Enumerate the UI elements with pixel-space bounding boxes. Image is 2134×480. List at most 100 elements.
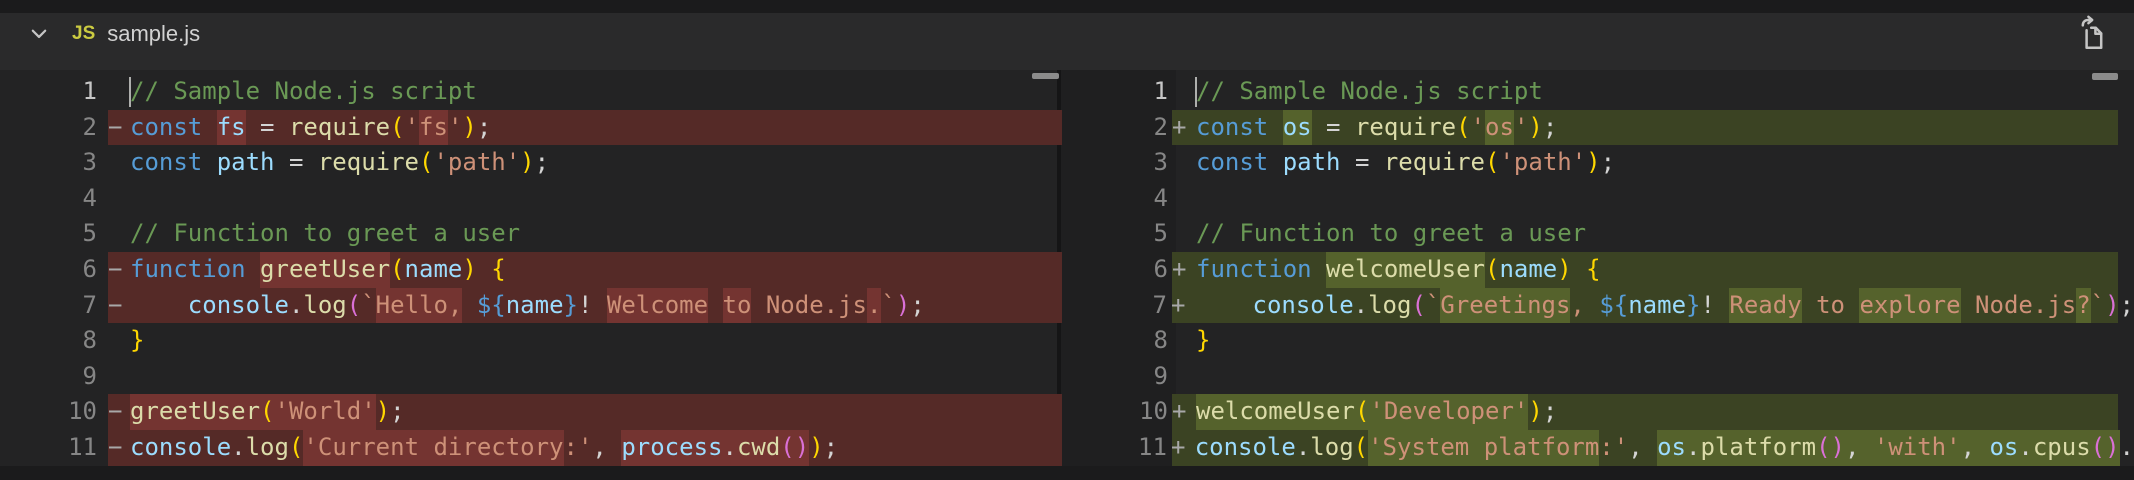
inline-diff-highlight: explore <box>1859 288 1960 324</box>
line-number: 2 <box>1066 110 1172 146</box>
code-text: welcomeUser('Developer'); <box>1196 394 2134 430</box>
code-text: // Function to greet a user <box>1196 216 2134 252</box>
inline-diff-highlight: os <box>1989 430 2018 466</box>
line-number: 9 <box>1066 359 1172 395</box>
inline-diff-highlight: 'with' <box>1874 430 1961 466</box>
go-to-file-icon[interactable] <box>2074 16 2110 52</box>
inline-diff-highlight: ( <box>780 430 794 466</box>
diff-line[interactable]: 1 // Sample Node.js script <box>0 74 1062 110</box>
line-number: 10 <box>1066 394 1172 430</box>
inline-diff-highlight: ? <box>2076 288 2090 324</box>
inline-diff-highlight: cwd <box>737 430 780 466</box>
line-number: 7 <box>1066 288 1171 324</box>
diff-line[interactable]: 5 // Function to greet a user <box>1066 216 2134 252</box>
diff-sign: − <box>108 252 130 288</box>
overview-cursor-mark-left <box>1032 73 1059 79</box>
diff-line[interactable]: 11+console.log('System platform:', os.pl… <box>1066 430 2134 466</box>
line-number: 9 <box>0 359 108 395</box>
bottom-strip <box>0 466 2134 480</box>
inline-diff-highlight: 'World' <box>275 394 376 430</box>
line-number: 8 <box>0 323 108 359</box>
code-text: console.log(`Hello, ${name}! Welcome to … <box>130 288 1062 324</box>
line-number: 2 <box>0 110 108 146</box>
diff-sign <box>1172 181 1196 217</box>
diff-header: JS sample.js <box>0 13 2134 70</box>
diff-line[interactable]: 3const path = require('path'); <box>1066 145 2134 181</box>
diff-line[interactable]: 7− console.log(`Hello, ${name}! Welcome … <box>0 288 1062 324</box>
diff-line[interactable]: 9 <box>0 359 1062 395</box>
inline-diff-highlight: 'Current directory <box>303 430 563 466</box>
diff-sign: + <box>1172 110 1196 146</box>
code-text: const path = require('path'); <box>1196 145 2134 181</box>
diff-sign: − <box>108 430 130 466</box>
inline-diff-highlight: cpus <box>2033 430 2091 466</box>
inline-diff-highlight: platform <box>1700 430 1816 466</box>
line-number: 1 <box>0 74 108 110</box>
diff-sign: + <box>1172 394 1196 430</box>
diff-line[interactable]: 4 <box>0 181 1062 217</box>
line-number: 4 <box>0 181 108 217</box>
inline-diff-highlight: to <box>723 288 752 324</box>
diff-line[interactable]: 6−function greetUser(name) { <box>0 252 1062 288</box>
diff-editor-window: JS sample.js 1// Sample Node.js script2−… <box>0 0 2134 480</box>
inline-diff-highlight: ) <box>1831 430 1845 466</box>
inline-diff-highlight: . <box>722 430 736 466</box>
line-number: 1 <box>1066 74 1172 110</box>
diff-line[interactable]: 2+const os = require('os'); <box>1066 110 2134 146</box>
code-text <box>1196 181 2134 217</box>
inline-diff-highlight: ) <box>795 430 809 466</box>
code-text <box>1196 359 2134 395</box>
inline-diff-highlight: ( <box>2091 430 2105 466</box>
inline-diff-highlight: , <box>1845 430 1874 466</box>
diff-line[interactable]: 10+welcomeUser('Developer'); <box>1066 394 2134 430</box>
code-text: console.log(`Greetings, ${name}! Ready t… <box>1195 288 2134 324</box>
inline-diff-highlight: os <box>1283 110 1312 146</box>
js-file-icon: JS <box>72 23 95 45</box>
diff-sign: − <box>108 110 130 146</box>
diff-line[interactable]: 11−console.log('Current directory:', pro… <box>0 430 1062 466</box>
diff-sign: + <box>1172 252 1196 288</box>
diff-sign <box>108 181 130 217</box>
diff-sign <box>108 216 130 252</box>
diff-line[interactable]: 4 <box>1066 181 2134 217</box>
inline-diff-highlight: . <box>2018 430 2032 466</box>
code-text: function welcomeUser(name) { <box>1196 252 2134 288</box>
inline-diff-highlight: welcomeUser <box>1196 394 1355 430</box>
code-text: const path = require('path'); <box>130 145 1062 181</box>
diff-line[interactable]: 10−greetUser('World'); <box>0 394 1062 430</box>
diff-line[interactable]: 1// Sample Node.js script <box>1066 74 2134 110</box>
diff-sign: + <box>1171 288 1195 324</box>
inline-diff-highlight: fs <box>217 110 246 146</box>
code-text: const os = require('os'); <box>1196 110 2134 146</box>
code-text: // Sample Node.js script <box>130 74 1062 110</box>
code-text: console.log('Current directory:', proces… <box>130 430 1062 466</box>
code-text: function greetUser(name) { <box>130 252 1062 288</box>
inline-diff-highlight: ( <box>260 394 274 430</box>
line-number: 5 <box>1066 216 1172 252</box>
inline-diff-highlight: Hello, <box>376 288 463 324</box>
inline-diff-highlight: , <box>1961 430 1990 466</box>
chevron-down-icon[interactable] <box>26 21 52 47</box>
code-text: } <box>1196 323 2134 359</box>
diff-line[interactable]: 2−const fs = require('fs'); <box>0 110 1062 146</box>
diff-line[interactable]: 8} <box>1066 323 2134 359</box>
inline-diff-highlight: . <box>1686 430 1700 466</box>
overview-cursor-mark-right <box>2092 73 2118 80</box>
diff-line[interactable]: 3const path = require('path'); <box>0 145 1062 181</box>
line-number: 5 <box>0 216 108 252</box>
original-editor[interactable]: 1// Sample Node.js script2−const fs = re… <box>0 70 1062 466</box>
code-text: greetUser('World'); <box>130 394 1062 430</box>
diff-line[interactable]: 9 <box>1066 359 2134 395</box>
diff-sign <box>1172 216 1196 252</box>
diff-line[interactable]: 8} <box>0 323 1062 359</box>
modified-editor[interactable]: 1// Sample Node.js script2+const os = re… <box>1066 70 2134 466</box>
code-text: const fs = require('fs'); <box>130 110 1062 146</box>
diff-sign <box>108 323 130 359</box>
diff-line[interactable]: 6+function welcomeUser(name) { <box>1066 252 2134 288</box>
inline-diff-highlight: . <box>867 288 881 324</box>
line-number: 7 <box>0 288 108 324</box>
diff-line[interactable]: 5// Function to greet a user <box>0 216 1062 252</box>
diff-code-area: 1// Sample Node.js script2−const fs = re… <box>0 70 2134 466</box>
diff-line[interactable]: 7+ console.log(`Greetings, ${name}! Read… <box>1066 288 2134 324</box>
inline-diff-highlight: ( <box>1355 394 1369 430</box>
